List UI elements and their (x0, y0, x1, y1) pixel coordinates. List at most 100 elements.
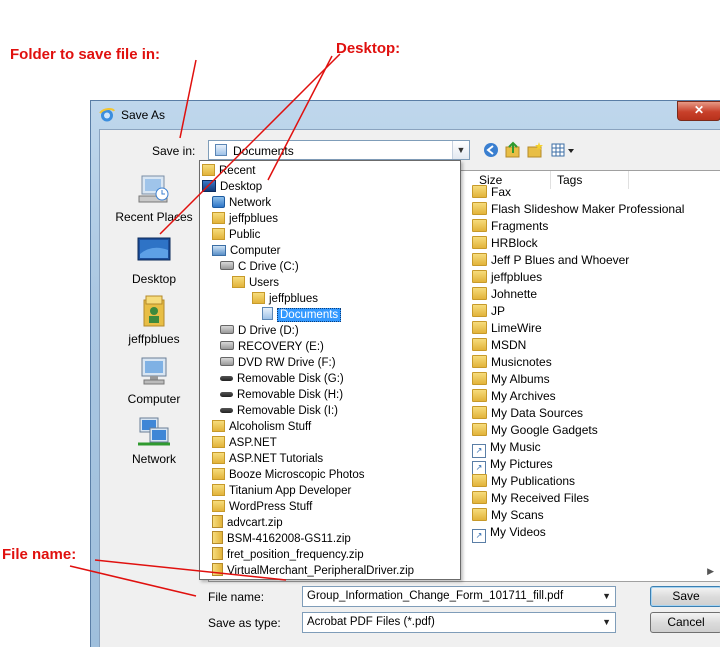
file-list-item[interactable]: Fax (472, 184, 511, 201)
file-list-item[interactable]: My Data Sources (472, 405, 583, 422)
file-list-item[interactable]: ↗ My Pictures (472, 456, 553, 475)
drive-icon (220, 357, 234, 366)
dropdown-item-label: Booze Microscopic Photos (229, 469, 365, 481)
chevron-down-icon[interactable]: ▼ (602, 613, 611, 632)
new-folder-icon[interactable] (526, 141, 544, 159)
file-list-item[interactable]: JP (472, 303, 505, 320)
file-list-item[interactable]: ↗ My Videos (472, 524, 546, 543)
file-list-item[interactable]: jeffpblues (472, 269, 542, 286)
place-label: Network (131, 452, 176, 466)
dropdown-item[interactable]: Recent (202, 163, 255, 179)
file-list-item[interactable]: Johnette (472, 286, 537, 303)
file-list-item[interactable]: My Received Files (472, 490, 589, 507)
folder-icon (212, 484, 225, 496)
save-as-type-value: Acrobat PDF Files (*.pdf) (307, 616, 435, 628)
dropdown-item[interactable]: Alcoholism Stuff (212, 419, 311, 435)
save-as-type-select[interactable]: Acrobat PDF Files (*.pdf) ▼ (302, 612, 616, 633)
back-icon[interactable] (482, 141, 500, 159)
dropdown-item-label: Public (229, 229, 261, 241)
dropdown-item[interactable]: Documents (262, 307, 342, 323)
file-list-item[interactable]: Flash Slideshow Maker Professional (472, 201, 684, 218)
scroll-right-icon[interactable]: ▶ (707, 566, 714, 577)
column-header-tags[interactable]: Tags (551, 171, 629, 189)
dropdown-item-label: Alcoholism Stuff (229, 421, 312, 433)
computer-icon (141, 357, 167, 385)
file-list-item[interactable]: MSDN (472, 337, 526, 354)
folder-icon (472, 270, 487, 283)
file-list-item[interactable]: HRBlock (472, 235, 538, 252)
computer-icon (212, 245, 226, 256)
views-menu-icon[interactable] (550, 141, 576, 159)
chevron-down-icon[interactable]: ▼ (452, 141, 469, 159)
dropdown-item[interactable]: Removable Disk (I:) (220, 403, 338, 419)
documents-icon (215, 144, 227, 156)
file-name: My Music (490, 440, 541, 454)
dropdown-item[interactable]: Network (212, 195, 271, 211)
place-network[interactable]: Network (102, 414, 206, 466)
place-user-folder[interactable]: jeffpblues (102, 294, 206, 346)
annotation-folder-to-save: Folder to save file in: (10, 46, 161, 63)
dropdown-item[interactable]: C Drive (C:) (220, 259, 299, 275)
folder-icon (212, 436, 225, 448)
dropdown-item-label: ASP.NET Tutorials (229, 453, 324, 465)
cancel-button[interactable]: Cancel (650, 612, 720, 633)
file-list-item[interactable]: LimeWire (472, 320, 542, 337)
dropdown-item[interactable]: Removable Disk (G:) (220, 371, 344, 387)
dropdown-item[interactable]: RECOVERY (E:) (220, 339, 324, 355)
dropdown-item[interactable]: BSM-4162008-GS11.zip (212, 531, 351, 547)
chevron-down-icon[interactable]: ▼ (602, 587, 611, 606)
dropdown-item-label: RECOVERY (E:) (238, 341, 324, 353)
save-in-combo[interactable]: Documents ▼ (208, 140, 470, 160)
dropdown-item[interactable]: advcart.zip (212, 515, 283, 531)
internet-explorer-icon (99, 107, 115, 122)
dropdown-item-label: Desktop (220, 181, 263, 193)
file-list-item[interactable]: My Scans (472, 507, 544, 524)
drive-icon (220, 261, 234, 270)
place-desktop[interactable]: Desktop (102, 234, 206, 286)
dropdown-item[interactable]: Removable Disk (H:) (220, 387, 343, 403)
folder-icon (212, 420, 225, 432)
save-button[interactable]: Save (650, 586, 720, 607)
close-button[interactable]: ✕ (677, 101, 720, 121)
place-computer[interactable]: Computer (102, 354, 206, 406)
dropdown-item[interactable]: Booze Microscopic Photos (212, 467, 365, 483)
dropdown-item[interactable]: ASP.NET Tutorials (212, 451, 323, 467)
folder-icon (472, 508, 487, 521)
dropdown-item[interactable]: D Drive (D:) (220, 323, 299, 339)
dropdown-item-label: BSM-4162008-GS11.zip (227, 533, 351, 545)
dropdown-item[interactable]: fret_position_frequency.zip (212, 547, 364, 563)
folder-icon (472, 474, 487, 487)
dropdown-item[interactable]: jeffpblues (212, 211, 278, 227)
folder-icon (472, 304, 487, 317)
dropdown-item[interactable]: Desktop (202, 179, 262, 195)
file-list-item[interactable]: My Publications (472, 473, 575, 490)
dropdown-item[interactable]: ASP.NET (212, 435, 277, 451)
up-folder-icon[interactable] (504, 141, 522, 159)
dropdown-item-label: Recent (219, 165, 256, 177)
place-recent-places[interactable]: Recent Places (102, 172, 206, 224)
file-list-item[interactable]: My Google Gadgets (472, 422, 598, 439)
file-list-item[interactable]: ↗ My Music (472, 439, 541, 458)
zip-file-icon (212, 563, 223, 576)
folder-icon (232, 276, 245, 288)
file-list-item[interactable]: Fragments (472, 218, 548, 235)
dropdown-item[interactable]: WordPress Stuff (212, 499, 312, 515)
dropdown-item[interactable]: Computer (212, 243, 281, 259)
dropdown-item[interactable]: Users (232, 275, 279, 291)
dropdown-item-label: WordPress Stuff (229, 501, 313, 513)
file-name: My Data Sources (491, 406, 584, 420)
file-list-item[interactable]: Jeff P Blues and Whoever (472, 252, 629, 269)
folder-icon (212, 468, 225, 480)
dropdown-item[interactable]: Titanium App Developer (212, 483, 351, 499)
dropdown-item-label: Users (249, 277, 280, 289)
file-list-item[interactable]: My Albums (472, 371, 550, 388)
file-list-item[interactable]: My Archives (472, 388, 556, 405)
file-name: Flash Slideshow Maker Professional (491, 202, 685, 216)
file-name-input[interactable]: Group_Information_Change_Form_101711_fil… (302, 586, 616, 607)
file-list-item[interactable]: Musicnotes (472, 354, 552, 371)
dropdown-item-label: Titanium App Developer (229, 485, 352, 497)
dropdown-item[interactable]: DVD RW Drive (F:) (220, 355, 336, 371)
dropdown-item[interactable]: VirtualMerchant_PeripheralDriver.zip (212, 563, 414, 579)
dropdown-item[interactable]: jeffpblues (252, 291, 318, 307)
dropdown-item[interactable]: Public (212, 227, 260, 243)
